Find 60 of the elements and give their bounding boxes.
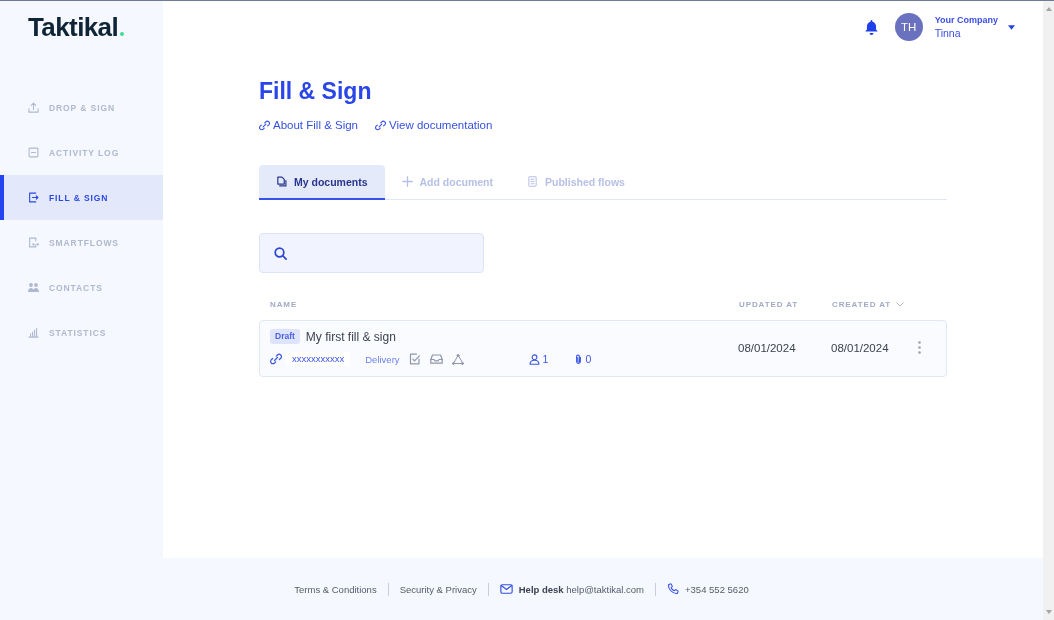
triangle-icon	[451, 353, 464, 365]
logo: Taktikal	[28, 12, 124, 42]
sidebar-item[interactable]: ACTIVITY LOG	[0, 130, 163, 175]
page-link[interactable]: About Fill & Sign	[259, 119, 358, 131]
signer-count: 1	[542, 353, 549, 365]
sidebar-item[interactable]: CONTACTS	[0, 265, 163, 310]
tab[interactable]: Published flows	[510, 165, 642, 200]
scroll-down-icon[interactable]	[1045, 610, 1052, 614]
documents-icon	[276, 176, 287, 187]
document-check-icon	[408, 353, 421, 365]
link-icon	[375, 119, 386, 131]
caret-down-icon[interactable]	[1008, 24, 1015, 30]
phone-number: +354 552 5620	[685, 583, 749, 595]
footer-link[interactable]: Terms & Conditions	[294, 583, 377, 595]
upload-icon	[28, 102, 39, 113]
more-icon[interactable]	[918, 341, 921, 354]
tab[interactable]: My documents	[259, 165, 385, 200]
company-name: Your Company	[934, 15, 998, 25]
help-desk-text: Help desk help@taktikal.com	[518, 583, 645, 595]
attachment-count: 0	[585, 353, 592, 365]
sidebar-item[interactable]: FILL & SIGN	[0, 175, 163, 220]
document-link[interactable]: xxxxxxxxxxx	[286, 352, 351, 366]
document-icon	[28, 237, 39, 248]
document-name: My first fill & sign	[305, 329, 396, 344]
paperclip-icon	[575, 353, 583, 365]
column-header[interactable]: CREATED AT	[832, 300, 905, 309]
column-header[interactable]: UPDATED AT	[739, 300, 799, 309]
document-arrow-icon	[28, 192, 39, 203]
column-header[interactable]: NAME	[270, 300, 298, 309]
person-icon	[528, 353, 540, 365]
page-link[interactable]: View documentation	[375, 119, 493, 131]
delivery-label: Delivery	[365, 353, 400, 365]
document-row[interactable]: Draft My first fill & sign xxxxxxxxxxx Delivery 1 0 08/01/2024 08/01/2024	[259, 320, 947, 377]
chevron-down-icon	[896, 302, 905, 307]
sidebar-item[interactable]: STATISTICS	[0, 310, 163, 355]
status-badge: Draft	[270, 329, 300, 344]
sidebar-item[interactable]: DROP & SIGN	[0, 85, 163, 130]
page-title: Fill & Sign	[259, 77, 372, 106]
document-lines-icon	[527, 176, 538, 187]
list-icon	[28, 147, 39, 158]
link-icon	[259, 119, 270, 131]
footer-link[interactable]: Security & Privacy	[399, 583, 477, 595]
search-icon	[274, 246, 287, 260]
people-icon	[28, 282, 39, 293]
table-cell-text: 08/01/2024	[738, 341, 797, 354]
mail-icon	[499, 584, 513, 594]
user-avatar[interactable]: TH	[894, 13, 923, 41]
user-name: Tinna	[934, 27, 962, 39]
bell-icon[interactable]	[864, 19, 878, 35]
tab[interactable]: Add document	[384, 165, 510, 200]
bar-chart-icon	[28, 327, 39, 338]
plus-icon	[401, 176, 413, 187]
sidebar-item[interactable]: SMARTFLOWS	[0, 220, 163, 265]
scrollbar[interactable]	[1043, 1, 1054, 620]
scroll-up-icon[interactable]	[1045, 7, 1052, 11]
inbox-icon	[429, 354, 443, 364]
phone-icon	[667, 583, 680, 595]
link-icon	[270, 353, 282, 365]
search-field[interactable]	[259, 233, 484, 273]
table-cell-text: 08/01/2024	[831, 341, 890, 354]
